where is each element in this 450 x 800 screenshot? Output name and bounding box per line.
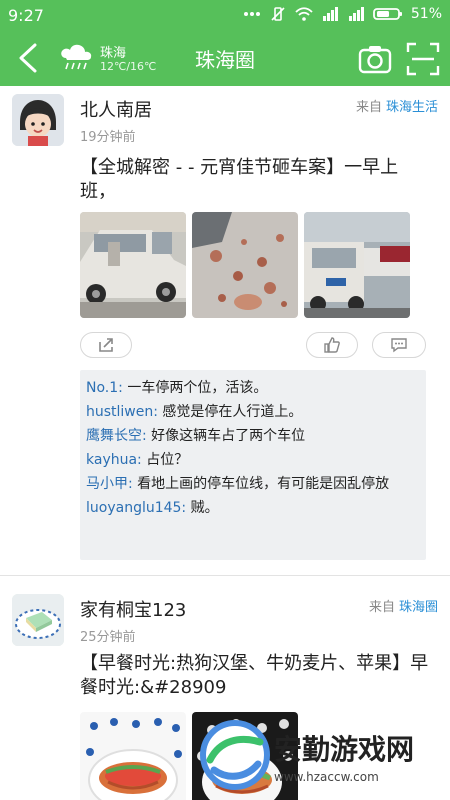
header: 9:27 51% 珠海 12℃/16℃ 珠海圈	[0, 0, 450, 86]
post-source: 来自 珠海圈	[369, 596, 438, 615]
comment-item[interactable]: 鹰舞长空: 好像这辆车占了两个车位	[86, 424, 420, 448]
like-button[interactable]	[306, 332, 358, 358]
avatar[interactable]	[12, 594, 64, 646]
source-label: 来自	[355, 100, 382, 115]
status-bar: 9:27 51%	[0, 0, 450, 32]
post-source: 来自 珠海生活	[356, 96, 438, 115]
comment-text: 看地上画的停车位线，有可能是因乱停放	[132, 476, 390, 492]
source-label: 来自	[368, 600, 395, 615]
post-content[interactable]: 【早餐时光:热狗汉堡、牛奶麦片、苹果】早餐时光:&#28909	[80, 652, 430, 700]
comment-item[interactable]: 马小甲: 看地上画的停车位线，有可能是因乱停放	[86, 472, 420, 496]
vibrate-off-icon	[269, 6, 287, 22]
watermark-logo-icon	[200, 720, 270, 790]
wifi-icon	[295, 6, 313, 22]
comment-username[interactable]: 鹰舞长空:	[86, 428, 147, 444]
comment-text: 一车停两个位，活该。	[122, 380, 268, 396]
app-bar: 珠海 12℃/16℃ 珠海圈	[0, 32, 450, 86]
more-dots-icon	[243, 6, 261, 22]
comment-item[interactable]: No.1: 一车停两个位，活该。	[86, 376, 420, 400]
source-link[interactable]: 珠海生活	[386, 100, 438, 115]
post-time: 19分钟前	[80, 130, 136, 145]
post-image[interactable]	[304, 212, 410, 318]
battery-icon	[372, 6, 403, 22]
user-avatar-icon	[12, 594, 64, 646]
post-image[interactable]	[80, 212, 186, 318]
comment-icon	[391, 338, 407, 353]
avatar[interactable]	[12, 94, 64, 146]
post-content[interactable]: 【全城解密 - - 元宵佳节砸车案】一早上班，	[80, 156, 430, 204]
comment-text: 占位？	[141, 452, 189, 468]
thumbs-up-icon	[324, 337, 340, 353]
status-icons: 51%	[243, 6, 442, 22]
source-link[interactable]: 珠海圈	[399, 600, 438, 615]
comment-item[interactable]: kayhua: 占位？	[86, 448, 420, 472]
post-image[interactable]	[80, 712, 186, 800]
share-button[interactable]	[80, 332, 132, 358]
status-time: 9:27	[8, 6, 44, 25]
comment-username[interactable]: kayhua:	[86, 452, 142, 468]
comment-username[interactable]: hustliwen:	[86, 404, 158, 420]
comment-button[interactable]	[372, 332, 426, 358]
post-images	[80, 212, 430, 320]
username[interactable]: 北人南居	[80, 96, 152, 122]
post-card[interactable]: 北人南居 19分钟前 来自 珠海生活 【全城解密 - - 元宵佳节砸车案】一早上班…	[0, 86, 450, 576]
username[interactable]: 家有桐宝123	[80, 596, 186, 622]
comment-text: 感觉是停在人行道上。	[157, 404, 303, 420]
post-divider	[0, 575, 450, 576]
camera-icon	[358, 46, 392, 74]
watermark-url: www.hzaccw.com	[274, 770, 379, 784]
user-avatar-icon	[12, 94, 64, 146]
share-icon	[99, 338, 113, 352]
post-actions	[80, 332, 430, 358]
comments-panel[interactable]: No.1: 一车停两个位，活该。 hustliwen: 感觉是停在人行道上。 鹰…	[80, 370, 426, 560]
comment-item[interactable]: hustliwen: 感觉是停在人行道上。	[86, 400, 420, 424]
scan-icon	[406, 42, 440, 76]
camera-button[interactable]	[358, 42, 392, 76]
post-image[interactable]	[192, 212, 298, 318]
signal-1-icon	[321, 6, 339, 22]
battery-percent: 51%	[410, 6, 442, 22]
comment-username[interactable]: luoyanglu145:	[86, 500, 186, 516]
comment-item[interactable]: luoyanglu145: 贼。	[86, 496, 420, 520]
post-time: 25分钟前	[80, 630, 136, 645]
comment-text: 好像这辆车占了两个车位	[146, 428, 306, 444]
comment-username[interactable]: No.1:	[86, 380, 123, 396]
scan-button[interactable]	[406, 42, 440, 76]
signal-2-icon	[347, 6, 365, 22]
comment-text: 贼。	[186, 500, 219, 516]
comment-username[interactable]: 马小甲:	[86, 476, 133, 492]
watermark: 安勤游戏网 www.hzaccw.com	[200, 716, 442, 798]
watermark-text: 安勤游戏网	[274, 733, 415, 766]
